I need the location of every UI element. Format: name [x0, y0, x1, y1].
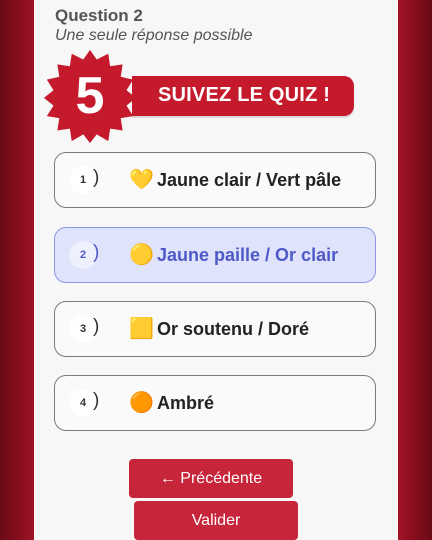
- option-paren: ): [93, 242, 100, 263]
- answer-option-2[interactable]: 2 ) 🟡 Jaune paille / Or clair: [54, 227, 376, 283]
- option-label: Jaune paille / Or clair: [157, 245, 339, 265]
- right-shade: [396, 0, 432, 540]
- option-label: Jaune clair / Vert pâle: [157, 170, 342, 190]
- yellow-heart-icon: 💛: [129, 169, 154, 191]
- step-number: 5: [75, 67, 105, 125]
- option-label: Or soutenu / Doré: [157, 319, 310, 339]
- answer-option-3[interactable]: 3 ) 🟨 Or soutenu / Doré: [54, 301, 376, 357]
- yellow-square-icon: 🟨: [129, 318, 154, 340]
- option-paren: ): [93, 316, 100, 337]
- orange-circle-icon: 🟠: [129, 392, 154, 414]
- answer-option-4[interactable]: 4 ) 🟠 Ambré: [54, 375, 376, 431]
- option-label: Ambré: [157, 393, 215, 413]
- option-paren: ): [93, 167, 100, 188]
- step-badge: 5: [42, 48, 138, 144]
- promo-banner-label: SUIVEZ LE QUIZ !: [158, 84, 331, 106]
- yellow-circle-icon: 🟡: [129, 244, 154, 266]
- question-subtitle: Une seule réponse possible: [55, 27, 253, 44]
- validate-button[interactable]: Valider: [134, 501, 298, 540]
- previous-button[interactable]: ← Précédente: [129, 459, 293, 498]
- left-shade: [0, 0, 38, 540]
- question-title: Question 2: [55, 6, 143, 25]
- answer-option-1[interactable]: 1 ) 💛 Jaune clair / Vert pâle: [54, 152, 376, 208]
- option-paren: ): [93, 390, 100, 411]
